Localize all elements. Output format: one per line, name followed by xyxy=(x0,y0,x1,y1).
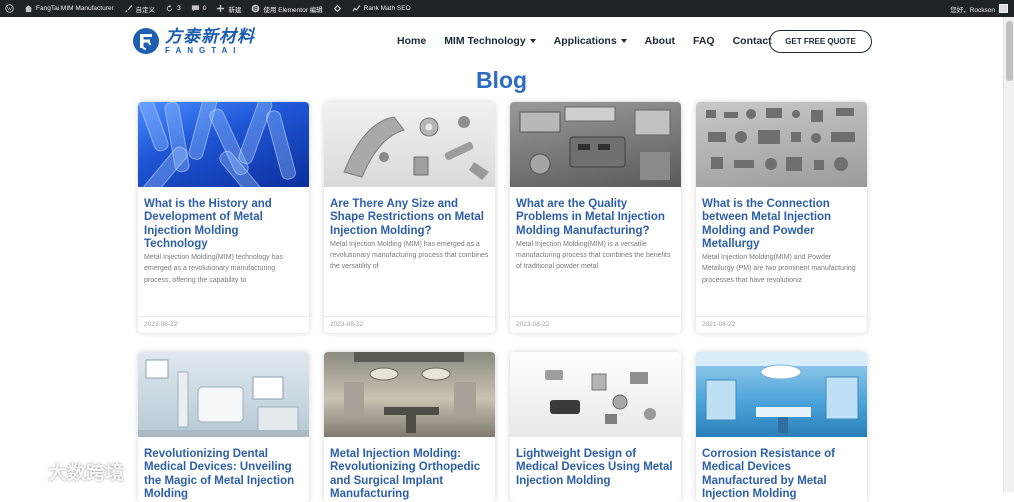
main-nav: Home MIM Technology Applications About F… xyxy=(397,31,790,51)
post-card[interactable]: Corrosion Resistance of Medical Devices … xyxy=(696,352,867,502)
chevron-down-icon xyxy=(529,39,536,43)
new-content-link[interactable]: 新建 xyxy=(211,0,246,17)
site-name-label: FangTai MIM Manufacturer xyxy=(36,5,114,12)
post-card[interactable]: Metal Injection Molding: Revolutionizing… xyxy=(324,352,495,502)
comment-icon xyxy=(191,5,199,12)
small-parts-image xyxy=(706,108,855,171)
page-scrollbar[interactable] xyxy=(1003,17,1014,492)
refresh-icon xyxy=(166,4,173,12)
account-menu[interactable]: 您好，Rockson xyxy=(950,0,1014,17)
blue-preforms-image xyxy=(138,102,296,187)
logo-english-name: FANGTAI xyxy=(165,45,242,55)
wp-admin-bar: W FangTai MIM Manufacturer 自定义 3 0 新建 使用… xyxy=(0,0,1014,17)
rank-math-label: Rank Math SEO xyxy=(363,5,411,12)
greeting-label: 您好，Rockson xyxy=(950,6,995,14)
post-card[interactable]: Revolutionizing Dental Medical Devices: … xyxy=(138,352,309,502)
nav-item-about[interactable]: About xyxy=(645,35,675,47)
elementor-icon xyxy=(252,4,260,13)
lightweight-parts-image xyxy=(545,370,656,424)
post-excerpt: Metal Injection Molding(MIM) technology … xyxy=(144,254,283,284)
customize-link[interactable]: 自定义 xyxy=(119,0,161,17)
post-thumbnail[interactable] xyxy=(324,352,495,437)
brush-icon xyxy=(124,4,133,13)
post-date: 2023-08-22 xyxy=(138,316,309,333)
nav-item-contact[interactable]: Contact xyxy=(733,35,772,47)
post-date: 2023-08-22 xyxy=(510,316,681,333)
dental-equipment-image xyxy=(138,359,309,437)
hospital-room-image xyxy=(696,352,867,433)
nav-item-home[interactable]: Home xyxy=(397,35,426,47)
post-thumbnail[interactable] xyxy=(696,352,867,437)
wordpress-icon: W xyxy=(5,4,14,13)
site-name-link[interactable]: FangTai MIM Manufacturer xyxy=(19,0,119,17)
site-logo[interactable]: 方泰新材料 FANGTAI xyxy=(132,27,255,55)
post-thumbnail[interactable] xyxy=(510,352,681,437)
post-date: 2021-08-22 xyxy=(696,316,867,333)
post-excerpt: Metal Injection Molding(MIM) is a versat… xyxy=(516,240,671,271)
post-thumbnail[interactable] xyxy=(696,102,867,187)
post-excerpt: Metal Injection Molding (MIM) has emerge… xyxy=(330,240,489,271)
post-title-link[interactable]: Metal Injection Molding: Revolutionizing… xyxy=(330,448,489,501)
logo-chinese-name: 方泰新材料 xyxy=(165,26,255,46)
post-card[interactable]: What are the Quality Problems in Metal I… xyxy=(510,102,681,333)
post-excerpt: Metal Injection Molding(MIM) and Powder … xyxy=(702,254,856,284)
plus-icon xyxy=(217,4,225,13)
home-icon xyxy=(24,5,33,13)
post-card[interactable]: Lightweight Design of Medical Devices Us… xyxy=(510,352,681,502)
get-free-quote-button[interactable]: GET FREE QUOTE xyxy=(769,30,872,53)
elementor-label: 使用 Elementor 编辑 xyxy=(263,6,323,14)
post-title-link[interactable]: Corrosion Resistance of Medical Devices … xyxy=(702,448,861,501)
site-header: 方泰新材料 FANGTAI Home MIM Technology Applic… xyxy=(0,17,1003,67)
nav-item-mim-technology[interactable]: MIM Technology xyxy=(444,35,536,47)
post-card[interactable]: What is the History and Development of M… xyxy=(138,102,309,333)
post-title-link[interactable]: Lightweight Design of Medical Devices Us… xyxy=(516,448,675,488)
post-title-link[interactable]: What are the Quality Problems in Metal I… xyxy=(516,198,675,238)
post-date: 2023-08-22 xyxy=(324,316,495,333)
post-thumbnail[interactable] xyxy=(138,102,309,187)
comments-link[interactable]: 0 xyxy=(186,0,212,17)
wordpress-logo-button[interactable]: W xyxy=(0,0,19,17)
scrollbar-thumb[interactable] xyxy=(1006,21,1013,81)
new-label: 新建 xyxy=(228,6,242,14)
page-title: Blog xyxy=(475,67,528,93)
operating-room-image xyxy=(344,352,476,433)
chevron-down-icon xyxy=(620,39,627,43)
post-title-link[interactable]: Are There Any Size and Shape Restriction… xyxy=(330,198,489,238)
avatar xyxy=(999,4,1008,13)
post-card[interactable]: What is the Connection between Metal Inj… xyxy=(696,102,867,333)
diamond-menu-button[interactable] xyxy=(328,0,347,17)
watermark-logo-icon xyxy=(9,462,41,481)
elementor-edit-link[interactable]: 使用 Elementor 编辑 xyxy=(246,0,327,17)
fangtai-logo-icon xyxy=(133,28,159,54)
comments-count: 0 xyxy=(202,5,207,12)
post-thumbnail[interactable] xyxy=(138,352,309,437)
post-title-link[interactable]: What is the Connection between Metal Inj… xyxy=(702,198,861,251)
customize-label: 自定义 xyxy=(135,6,156,14)
post-thumbnail[interactable] xyxy=(510,102,681,187)
diamond-icon xyxy=(333,4,341,13)
updates-count: 3 xyxy=(177,5,181,12)
post-title-link[interactable]: Revolutionizing Dental Medical Devices: … xyxy=(144,448,303,501)
rank-math-link[interactable]: Rank Math SEO xyxy=(347,0,416,17)
watermark-text: 大数跨境 xyxy=(48,463,125,484)
post-thumbnail[interactable] xyxy=(324,102,495,187)
watermark: 大数跨境 xyxy=(8,458,124,485)
post-card[interactable]: Are There Any Size and Shape Restriction… xyxy=(324,102,495,333)
rank-math-icon xyxy=(352,5,360,12)
nav-item-faq[interactable]: FAQ xyxy=(693,35,715,47)
updates-link[interactable]: 3 xyxy=(160,0,186,17)
post-title-link[interactable]: What is the History and Development of M… xyxy=(144,198,303,251)
metal-components-image xyxy=(519,106,671,180)
nav-item-applications[interactable]: Applications xyxy=(554,35,627,47)
metal-parts-image xyxy=(343,116,489,180)
